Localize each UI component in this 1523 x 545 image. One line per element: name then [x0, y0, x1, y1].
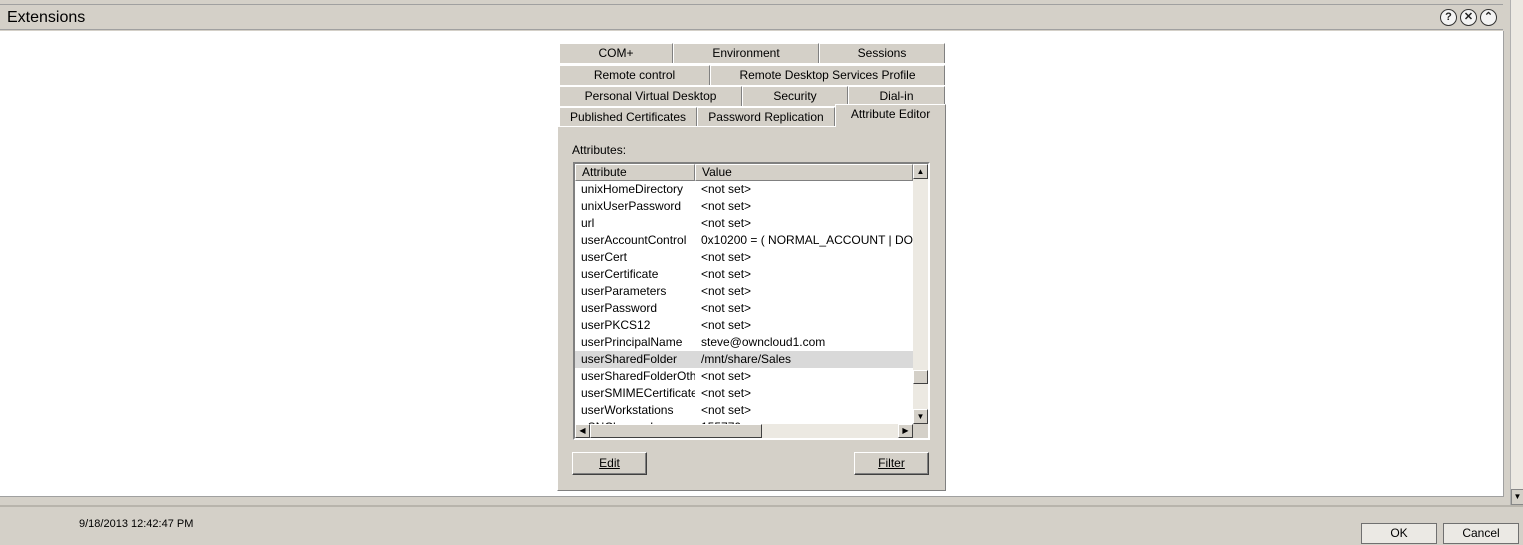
attribute-value-cell: <not set> — [701, 318, 752, 332]
attribute-name-cell: userWorkstations — [581, 403, 674, 417]
tab-environment[interactable]: Environment — [673, 43, 819, 63]
header-icons: ? ✕ ⌃ — [1440, 9, 1497, 26]
table-row[interactable]: userParameters <not set> — [575, 283, 913, 300]
cancel-button[interactable]: Cancel — [1443, 523, 1519, 544]
table-row[interactable]: userSharedFolderOther <not set> — [575, 368, 913, 385]
table-row[interactable]: userSMIMECertificate <not set> — [575, 385, 913, 402]
attribute-name-cell: userSharedFolderOther — [581, 369, 695, 383]
edit-button-label: Edit — [599, 456, 620, 470]
column-header-attribute[interactable]: Attribute — [575, 164, 695, 181]
attribute-name-cell: userCert — [581, 250, 628, 264]
edit-button[interactable]: Edit — [572, 452, 647, 475]
attributes-list[interactable]: Attribute Value unixHomeDirectory <not se… — [573, 162, 930, 440]
table-row[interactable]: userPassword <not set> — [575, 300, 913, 317]
attribute-name-cell: userSMIMECertificate — [581, 386, 695, 400]
horizontal-scroll-thumb[interactable] — [590, 424, 762, 438]
tab-com-plus[interactable]: COM+ — [559, 43, 673, 63]
attribute-value-cell: <not set> — [701, 369, 752, 383]
page-scrollbar[interactable]: ▼ — [1510, 0, 1523, 505]
attribute-name-cell: userPKCS12 — [581, 318, 651, 332]
attribute-name-cell: unixUserPassword — [581, 199, 682, 213]
help-icon[interactable]: ? — [1440, 9, 1457, 26]
filter-button-label: Filter — [878, 456, 905, 470]
attribute-value-cell: <not set> — [701, 182, 752, 196]
ok-button[interactable]: OK — [1361, 523, 1437, 544]
section-title: Extensions — [7, 9, 86, 26]
scroll-corner — [913, 424, 928, 438]
attribute-name-cell: userSharedFolder — [581, 352, 678, 366]
attribute-value-cell: <not set> — [701, 403, 752, 417]
collapse-icon[interactable]: ⌃ — [1480, 9, 1497, 26]
table-row[interactable]: userAccountControl 0x10200 = ( NORMAL_ACC… — [575, 232, 913, 249]
table-row[interactable]: userCertificate <not set> — [575, 266, 913, 283]
table-row[interactable]: userSharedFolder/mnt/share/Sales — [575, 351, 913, 368]
footer-bar: 9/18/2013 12:42:47 PM OK Cancel — [0, 505, 1523, 545]
tab-personal-virtual-desktop[interactable]: Personal Virtual Desktop — [559, 86, 742, 106]
attribute-value-cell: steve@owncloud1.com — [701, 335, 826, 349]
scroll-down-icon[interactable]: ▼ — [1511, 489, 1523, 505]
tab-password-replication[interactable]: Password Replication — [697, 107, 835, 127]
table-row[interactable]: unixUserPassword <not set> — [575, 198, 913, 215]
attribute-value-cell: <not set> — [701, 267, 752, 281]
column-header-value[interactable]: Value — [695, 164, 913, 181]
scroll-right-icon[interactable]: ▶ — [898, 424, 913, 438]
table-row[interactable]: unixHomeDirectory <not set> — [575, 181, 913, 198]
attribute-value-cell: /mnt/share/Sales — [701, 352, 792, 366]
table-row[interactable]: userWorkstations <not set> — [575, 402, 913, 419]
attribute-value-cell: 0x10200 = ( NORMAL_ACCOUNT | DONT_E — [701, 233, 913, 247]
table-row[interactable]: url <not set> — [575, 215, 913, 232]
scroll-down-icon[interactable]: ▼ — [913, 409, 928, 424]
attribute-name-cell: unixHomeDirectory — [581, 182, 684, 196]
attribute-name-cell: url — [581, 216, 595, 230]
filter-button[interactable]: Filter — [854, 452, 929, 475]
tab-security[interactable]: Security — [742, 86, 848, 106]
attributes-label: Attributes: — [572, 143, 627, 157]
attribute-name-cell: userAccountControl — [581, 233, 687, 247]
table-row[interactable]: userPrincipalName steve@owncloud1.com — [575, 334, 913, 351]
vertical-scroll-thumb[interactable] — [913, 370, 928, 384]
attribute-value-cell: <not set> — [701, 250, 752, 264]
attribute-value-cell: <not set> — [701, 216, 752, 230]
scroll-left-icon[interactable]: ◀ — [575, 424, 590, 438]
last-modified-timestamp: 9/18/2013 12:42:47 PM — [79, 518, 194, 530]
attribute-name-cell: userPrincipalName — [581, 335, 683, 349]
attribute-value-cell: <not set> — [701, 284, 752, 298]
table-row[interactable]: userCert <not set> — [575, 249, 913, 266]
list-vertical-scrollbar[interactable]: ▲ ▼ — [913, 164, 928, 424]
list-rows: unixHomeDirectory <not set> unixUserPasswo… — [575, 181, 913, 424]
attribute-name-cell: userCertificate — [581, 267, 659, 281]
attribute-editor-panel: Attributes: Attribute Value unixHomeDire… — [557, 126, 946, 491]
scroll-up-icon[interactable]: ▲ — [913, 164, 928, 179]
attribute-name-cell: userParameters — [581, 284, 667, 298]
attribute-value-cell: <not set> — [701, 301, 752, 315]
list-horizontal-scrollbar[interactable]: ◀ ▶ — [575, 424, 913, 438]
tab-remote-control[interactable]: Remote control — [559, 65, 710, 85]
list-header: Attribute Value — [575, 164, 913, 181]
tab-attribute-editor[interactable]: Attribute Editor — [835, 104, 946, 127]
attribute-value-cell: <not set> — [701, 386, 752, 400]
table-row[interactable]: userPKCS12 <not set> — [575, 317, 913, 334]
attribute-name-cell: userPassword — [581, 301, 658, 315]
tab-remote-desktop-services-profile[interactable]: Remote Desktop Services Profile — [710, 65, 945, 85]
tab-sessions[interactable]: Sessions — [819, 43, 945, 63]
extensions-section-header: Extensions ? ✕ ⌃ — [0, 4, 1503, 30]
attribute-value-cell: <not set> — [701, 199, 752, 213]
close-icon[interactable]: ✕ — [1460, 9, 1477, 26]
tab-published-certificates[interactable]: Published Certificates — [559, 107, 697, 127]
tab-dial-in[interactable]: Dial-in — [848, 86, 945, 106]
